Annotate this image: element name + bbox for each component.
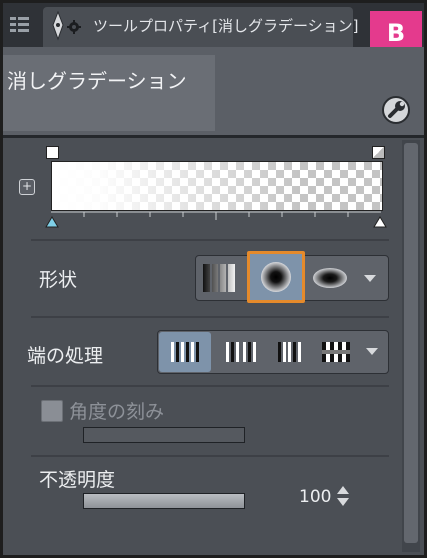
opacity-stop-right[interactable] xyxy=(372,146,385,159)
wrench-icon[interactable] xyxy=(381,95,411,125)
opacity-slider-track[interactable] xyxy=(83,493,245,509)
sub-tool-item[interactable]: 消しグラデーション xyxy=(3,55,215,131)
edge-processing-label: 端の処理 xyxy=(27,345,104,367)
panel-separator xyxy=(3,135,424,138)
panel-menu-icon[interactable] xyxy=(9,15,31,35)
add-stop-button[interactable]: + xyxy=(19,179,35,195)
tool-property-panel: ツールプロパティ[消しグラデーション] B 消しグラデーション + 形状 端の処… xyxy=(0,0,427,558)
gradient-preview-bar[interactable] xyxy=(51,161,383,211)
shape-button-group xyxy=(195,251,389,303)
opacity-slider-fill xyxy=(83,493,245,509)
circle-icon xyxy=(261,262,291,292)
divider xyxy=(31,385,389,387)
linear-icon[interactable] xyxy=(200,262,240,294)
angle-step-slider[interactable] xyxy=(83,427,245,443)
edge-repeat-icon xyxy=(171,342,199,362)
opacity-spinner-icon[interactable] xyxy=(335,482,351,510)
circle-shape-button[interactable] xyxy=(247,251,305,303)
divider xyxy=(31,455,389,457)
gradient-ruler xyxy=(51,210,381,224)
edge-button-group xyxy=(157,330,389,374)
opacity-label: 不透明度 xyxy=(39,469,116,491)
sub-tool-preview-area: 消しグラデーション xyxy=(3,47,424,135)
tab-title: ツールプロパティ[消しグラデーション] xyxy=(93,17,359,35)
shape-dropdown-arrow[interactable] xyxy=(364,275,376,282)
edge-dropdown-arrow[interactable] xyxy=(366,348,378,355)
ellipse-icon[interactable] xyxy=(308,262,356,294)
edge-none-icon[interactable] xyxy=(316,332,360,372)
edge-reverse-icon[interactable] xyxy=(216,332,264,372)
divider xyxy=(31,316,389,318)
opacity-stop-left[interactable] xyxy=(46,146,59,159)
color-stop-left[interactable] xyxy=(45,213,59,228)
edge-clamp-icon[interactable] xyxy=(266,332,314,372)
opacity-value[interactable]: 100 xyxy=(299,487,331,507)
shape-label: 形状 xyxy=(39,269,78,291)
angle-step-checkbox[interactable] xyxy=(41,400,63,422)
edge-repeat-button[interactable] xyxy=(159,332,211,372)
tab-tool-property[interactable]: ツールプロパティ[消しグラデーション] xyxy=(43,7,359,47)
color-stop-right[interactable] xyxy=(373,213,387,228)
gear-icon xyxy=(67,19,81,34)
angle-step-label: 角度の刻み xyxy=(69,401,165,423)
tab-bar: ツールプロパティ[消しグラデーション] B xyxy=(3,3,424,55)
sub-tool-name: 消しグラデーション xyxy=(7,69,187,93)
divider xyxy=(31,239,389,241)
pen-nib-icon xyxy=(51,10,65,41)
scrollbar-thumb[interactable] xyxy=(404,143,418,543)
